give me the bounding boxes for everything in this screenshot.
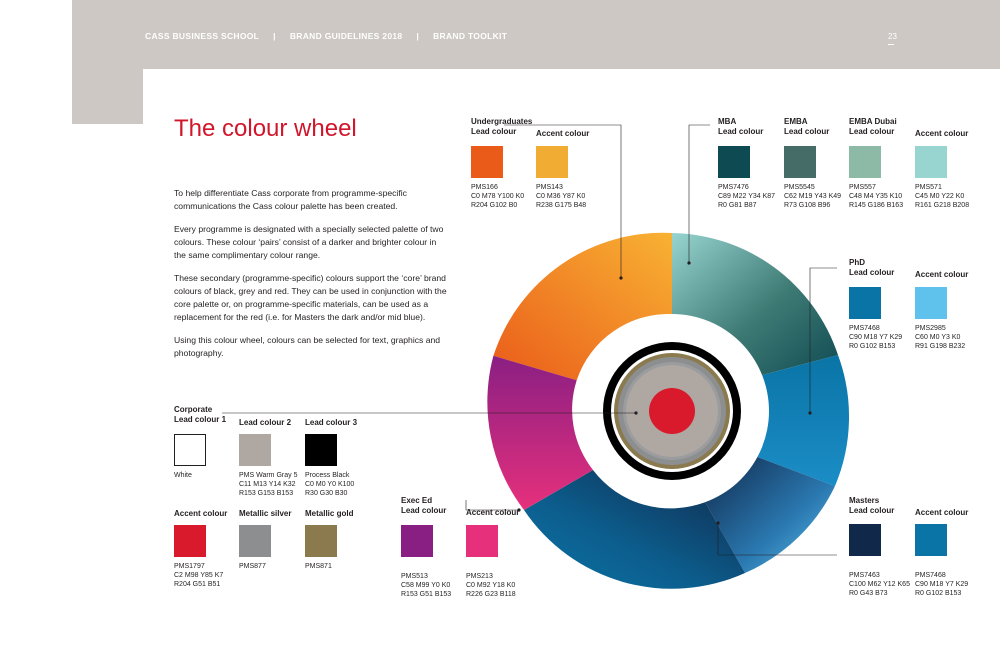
swatch-codes-phd-accent: PMS2985 C60 M0 Y3 K0 R91 G198 B232 [915, 325, 966, 350]
swatch-emba-dubai-lead [849, 146, 881, 178]
swatch-label-mba-lead: MBA Lead colour [718, 117, 764, 136]
swatch-label-corporate-lead-1: Corporate Lead colour 1 [174, 405, 227, 424]
swatch-codes-emba-lead: PMS5545 C62 M19 Y43 K49 R73 G108 B96 [784, 184, 842, 209]
swatch-label-masters-lead: Masters Lead colour [849, 496, 895, 515]
swatch-corporate-accent [174, 525, 206, 557]
swatch-phd-lead [849, 287, 881, 319]
swatch-codes-corporate-lead-3: Process Black C0 M0 Y0 K100 R30 G30 B30 [305, 472, 355, 497]
swatch-label-metallic-silver: Metallic silver [239, 509, 292, 518]
swatch-label-undergraduates-accent: Accent colour [536, 129, 590, 138]
swatch-corporate-lead-1 [174, 434, 206, 466]
swatch-codes-corporate-accent: PMS1797 C2 M98 Y85 K7 R204 G51 B51 [174, 563, 224, 588]
swatch-label-emba-dubai-lead: EMBA Dubai Lead colour [849, 117, 897, 136]
swatch-label-phd-lead: PhD Lead colour [849, 258, 895, 277]
swatch-label-exec-ed-lead: Exec Ed Lead colour [401, 496, 447, 515]
swatch-label-metallic-gold: Metallic gold [305, 509, 354, 518]
swatch-codes-undergraduates-accent: PMS143 C0 M36 Y87 K0 R238 G175 B48 [536, 184, 587, 209]
swatch-codes-corporate-lead-1: White [174, 472, 192, 479]
swatch-metallic-silver [239, 525, 271, 557]
swatch-label-undergraduates-lead: Undergraduates Lead colour [471, 117, 533, 136]
swatch-codes-masters-lead: PMS7463 C100 M62 Y12 K65 R0 G43 B73 [849, 572, 910, 597]
swatch-label-exec-ed-accent: Accent colour [466, 508, 520, 517]
swatch-emba-accent [915, 146, 947, 178]
swatch-codes-mba-lead: PMS7476 C89 M22 Y34 K87 R0 G81 B87 [718, 184, 776, 209]
swatch-codes-exec-ed-accent: PMS213 C0 M92 Y18 K0 R226 G23 B118 [466, 573, 516, 598]
swatch-mba-lead [718, 146, 750, 178]
swatch-codes-metallic-silver: PMS877 [239, 563, 266, 570]
swatch-label-corporate-lead-3: Lead colour 3 [305, 418, 358, 427]
swatch-codes-phd-lead: PMS7468 C90 M18 Y7 K29 R0 G102 B153 [849, 325, 903, 350]
swatch-undergraduates-accent [536, 146, 568, 178]
swatch-undergraduates-lead [471, 146, 503, 178]
swatch-exec-ed-accent [466, 525, 498, 557]
swatch-codes-masters-accent: PMS7468 C90 M18 Y7 K29 R0 G102 B153 [915, 572, 969, 597]
swatch-label-phd-accent: Accent colour [915, 270, 969, 279]
swatch-phd-accent [915, 287, 947, 319]
swatch-codes-undergraduates-lead: PMS166 C0 M78 Y100 K0 R204 G102 B0 [471, 184, 525, 209]
swatch-corporate-lead-3 [305, 434, 337, 466]
swatch-corporate-lead-2 [239, 434, 271, 466]
swatch-codes-exec-ed-lead: PMS513 C58 M99 Y0 K0 R153 G51 B153 [401, 573, 452, 598]
swatch-exec-ed-lead [401, 525, 433, 557]
swatch-label-emba-lead: EMBA Lead colour [784, 117, 830, 136]
swatch-label-masters-accent: Accent colour [915, 508, 969, 517]
swatch-codes-corporate-lead-2: PMS Warm Gray 5 C11 M13 Y14 K32 R153 G153 … [239, 472, 298, 497]
swatch-codes-emba-dubai-lead: PMS557 C48 M4 Y35 K10 R145 G186 B163 [849, 184, 904, 209]
swatch-metallic-gold [305, 525, 337, 557]
swatch-label-corporate-accent: Accent colour [174, 509, 228, 518]
swatch-codes-emba-accent: PMS571 C45 M0 Y22 K0 R161 G218 B208 [915, 184, 970, 209]
swatch-masters-lead [849, 524, 881, 556]
swatch-masters-accent [915, 524, 947, 556]
swatch-label-emba-accent: Accent colour [915, 129, 969, 138]
wheel-core-rings [575, 314, 769, 508]
swatch-emba-lead [784, 146, 816, 178]
swatch-codes-metallic-gold: PMS871 [305, 563, 332, 570]
swatch-label-corporate-lead-2: Lead colour 2 [239, 418, 292, 427]
